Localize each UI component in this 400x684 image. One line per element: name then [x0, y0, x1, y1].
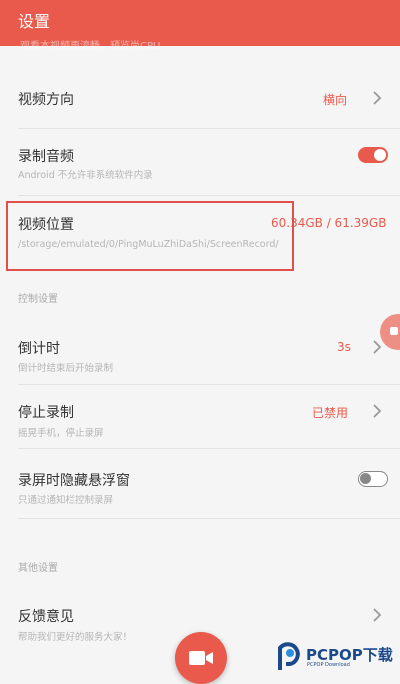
record-audio-desc: Android 不允许非系统软件内录: [18, 170, 153, 181]
chevron-right-icon: [373, 404, 382, 418]
page-title: 设置: [18, 12, 51, 31]
header-overlay-text: 观看本视频更流畅，预览尚CPU: [20, 41, 161, 52]
stop-recording-desc: 摇晃手机，停止录屏: [18, 428, 104, 439]
divider: [18, 195, 400, 196]
countdown-label: 倒计时: [18, 341, 60, 357]
divider: [18, 448, 400, 449]
video-orientation-label: 视频方向: [18, 92, 74, 108]
record-audio-row[interactable]: 录制音频 Android 不允许非系统软件内录: [0, 132, 400, 188]
watermark-sub: PCPOP Download: [307, 662, 350, 668]
hide-floating-row[interactable]: 录屏时隐藏悬浮窗 只通过通知栏控制录屏: [0, 455, 400, 511]
hide-floating-label: 录屏时隐藏悬浮窗: [18, 473, 130, 489]
countdown-desc: 倒计时结束后开始录制: [18, 363, 114, 374]
divider: [18, 518, 400, 519]
record-button[interactable]: [175, 632, 227, 684]
stop-recording-value: 已禁用: [312, 406, 349, 420]
countdown-value: 3s: [337, 340, 351, 354]
section-title-control: 控制设置: [18, 294, 58, 305]
feedback-desc: 帮助我们更好的服务大家！: [18, 632, 133, 643]
app-header: 设置 观看本视频更流畅，预览尚CPU: [0, 0, 400, 52]
video-camera-icon: [189, 651, 213, 665]
pcpop-logo-icon: [278, 642, 300, 670]
stop-recording-label: 停止录制: [18, 405, 74, 421]
stop-recording-row[interactable]: 停止录制 摇晃手机，停止录屏 已禁用: [0, 390, 400, 442]
hide-floating-desc: 只通过通知栏控制录屏: [18, 495, 114, 506]
record-audio-label: 录制音频: [18, 149, 74, 165]
video-orientation-row[interactable]: 视频方向 横向: [0, 72, 400, 124]
section-title-other: 其他设置: [18, 563, 58, 574]
divider: [18, 384, 400, 385]
divider: [18, 128, 400, 129]
chevron-right-icon: [373, 608, 382, 622]
countdown-row[interactable]: 倒计时 倒计时结束后开始录制 3s: [0, 326, 400, 378]
hide-floating-toggle[interactable]: [358, 471, 388, 487]
highlight-box: [6, 201, 294, 271]
video-orientation-value: 横向: [323, 93, 348, 107]
chevron-right-icon: [373, 91, 382, 105]
record-audio-toggle[interactable]: [358, 147, 388, 163]
watermark: PCPOP下载 PCPOP Download: [276, 640, 396, 672]
feedback-label: 反馈意见: [18, 609, 74, 625]
